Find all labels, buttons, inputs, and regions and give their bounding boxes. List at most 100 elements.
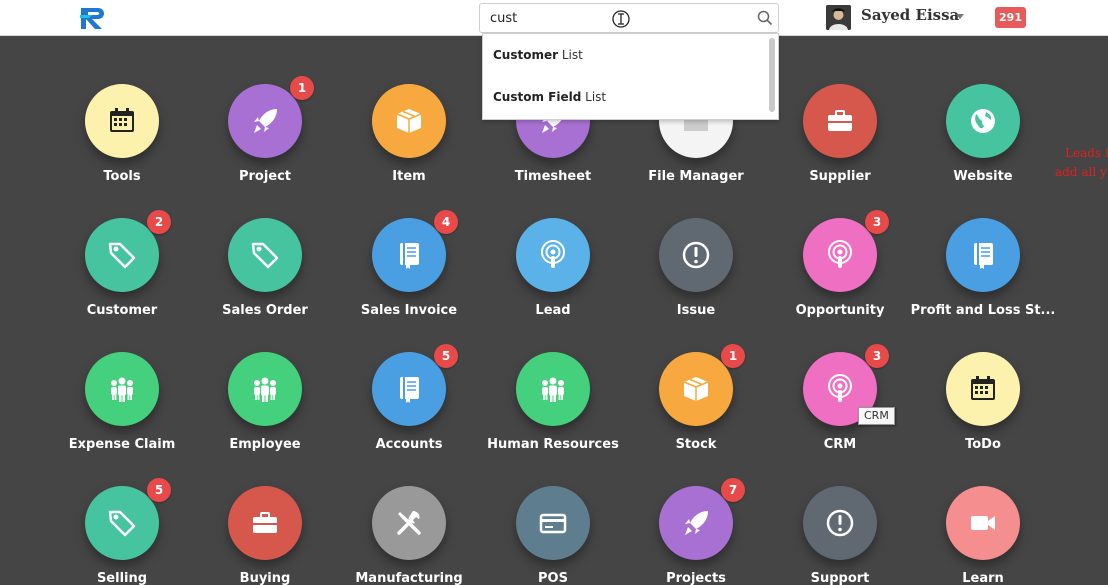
module-icon-circle[interactable] <box>946 84 1020 158</box>
module-badge: 1 <box>721 344 745 368</box>
user-avatar[interactable] <box>826 5 851 30</box>
module-tile-lead[interactable]: Lead <box>478 218 628 338</box>
module-icon-circle[interactable] <box>659 352 733 426</box>
module-tile-item[interactable]: Item <box>334 84 484 204</box>
module-tile-tools[interactable]: Tools <box>47 84 197 204</box>
tag-icon <box>108 242 136 269</box>
module-icon-circle[interactable] <box>659 218 733 292</box>
suggestion-rest: List <box>581 90 607 104</box>
module-tile-supplier[interactable]: Supplier <box>765 84 915 204</box>
module-icon-circle[interactable] <box>946 486 1020 560</box>
module-tile-selling[interactable]: Selling 5 <box>47 478 197 585</box>
module-badge: 3 <box>865 344 889 368</box>
module-tile-learn[interactable]: Learn <box>908 486 1058 585</box>
module-icon-circle[interactable] <box>803 84 877 158</box>
module-badge: 5 <box>147 478 171 502</box>
module-icon-circle[interactable] <box>85 84 159 158</box>
search-icon[interactable] <box>757 10 773 26</box>
briefcase-icon <box>828 110 852 131</box>
text-cursor-icon <box>612 10 630 28</box>
box-icon <box>396 109 422 133</box>
user-name[interactable]: Sayed Eissa <box>861 6 959 24</box>
module-icon-circle[interactable] <box>516 352 590 426</box>
book-icon <box>974 243 993 269</box>
side-note: Leads f add all y <box>1055 144 1108 182</box>
book-icon <box>400 243 419 269</box>
module-icon-circle[interactable] <box>85 218 159 292</box>
suggestion-customer-list[interactable]: Customer List <box>493 48 583 62</box>
module-icon-circle[interactable] <box>659 486 733 560</box>
module-tile-sales-invoice[interactable]: Sales Invoice 4 <box>334 210 484 338</box>
module-icon-circle[interactable] <box>85 352 159 426</box>
module-badge: 4 <box>434 210 458 234</box>
module-icon-circle[interactable] <box>946 352 1020 426</box>
module-icon-circle[interactable] <box>803 486 877 560</box>
module-tile-profit-and-loss-st[interactable]: Profit and Loss St... <box>908 218 1058 338</box>
awesome-bar[interactable] <box>479 3 779 33</box>
module-tile-website[interactable]: Website <box>908 84 1058 204</box>
rocket-icon <box>685 511 708 535</box>
module-tile-stock[interactable]: Stock 1 <box>621 344 771 472</box>
module-icon-circle[interactable] <box>85 486 159 560</box>
module-tile-customer[interactable]: Customer 2 <box>47 210 197 338</box>
module-icon-circle[interactable] <box>228 486 302 560</box>
module-badge: 1 <box>290 76 314 100</box>
module-icon-circle[interactable] <box>228 84 302 158</box>
module-label: Website <box>953 169 1013 184</box>
module-icon-circle[interactable] <box>372 218 446 292</box>
side-note-line: Leads f <box>1065 146 1108 160</box>
module-badge: 7 <box>721 478 745 502</box>
video-icon <box>971 516 995 530</box>
globe-icon <box>971 109 995 133</box>
module-tile-expense-claim[interactable]: Expense Claim <box>47 352 197 472</box>
podcast-icon <box>828 240 852 268</box>
module-icon-circle[interactable] <box>946 218 1020 292</box>
module-badge: 2 <box>147 210 171 234</box>
module-icon-circle[interactable] <box>803 218 877 292</box>
module-icon-circle[interactable] <box>516 486 590 560</box>
calendar-icon <box>971 376 995 400</box>
module-icon-circle[interactable] <box>372 486 446 560</box>
module-tile-todo[interactable]: ToDo <box>908 352 1058 472</box>
module-badge: 3 <box>865 210 889 234</box>
notification-badge[interactable]: 291 <box>995 7 1026 28</box>
search-suggestions: Customer List Custom Field List <box>482 33 779 120</box>
tag-icon <box>251 242 279 269</box>
book-icon <box>400 377 419 403</box>
module-tile-pos[interactable]: POS <box>478 486 628 585</box>
module-label: Learn <box>962 571 1004 585</box>
module-icon-circle[interactable] <box>228 352 302 426</box>
people-icon <box>111 377 133 402</box>
calendar-icon <box>110 108 134 132</box>
module-tile-issue[interactable]: Issue <box>621 218 771 338</box>
tools-icon <box>397 511 421 535</box>
module-tile-employee[interactable]: Employee <box>190 352 340 472</box>
module-badge: 5 <box>434 344 458 368</box>
module-icon-circle[interactable] <box>372 352 446 426</box>
module-tile-buying[interactable]: Buying <box>190 486 340 585</box>
app-logo-icon[interactable] <box>80 5 110 31</box>
dropdown-scrollbar-thumb[interactable] <box>769 38 775 112</box>
module-tile-manufacturing[interactable]: Manufacturing <box>334 486 484 585</box>
module-tile-support[interactable]: Support <box>765 486 915 585</box>
briefcase-icon <box>253 512 277 533</box>
people-icon <box>542 377 564 402</box>
top-navbar: Sayed Eissa 291 <box>0 0 1108 36</box>
box-icon <box>683 377 709 401</box>
module-tile-projects[interactable]: Projects 7 <box>621 478 771 585</box>
suggestion-custom-field-list[interactable]: Custom Field List <box>493 90 606 104</box>
alert-icon <box>682 241 710 269</box>
module-icon-circle[interactable] <box>228 218 302 292</box>
podcast-icon <box>828 374 852 402</box>
chevron-down-icon[interactable] <box>956 14 964 19</box>
module-tile-project[interactable]: Project 1 <box>190 76 340 204</box>
module-label: ToDo <box>965 437 1001 452</box>
module-tile-sales-order[interactable]: Sales Order <box>190 218 340 338</box>
module-tile-opportunity[interactable]: Opportunity 3 <box>765 210 915 338</box>
module-tile-accounts[interactable]: Accounts 5 <box>334 344 484 472</box>
module-icon-circle[interactable] <box>516 218 590 292</box>
module-label: Profit and Loss St... <box>910 303 1056 318</box>
module-icon-circle[interactable] <box>372 84 446 158</box>
module-tile-human-resources[interactable]: Human Resources <box>478 352 628 472</box>
side-note-line: add all y <box>1055 165 1107 179</box>
